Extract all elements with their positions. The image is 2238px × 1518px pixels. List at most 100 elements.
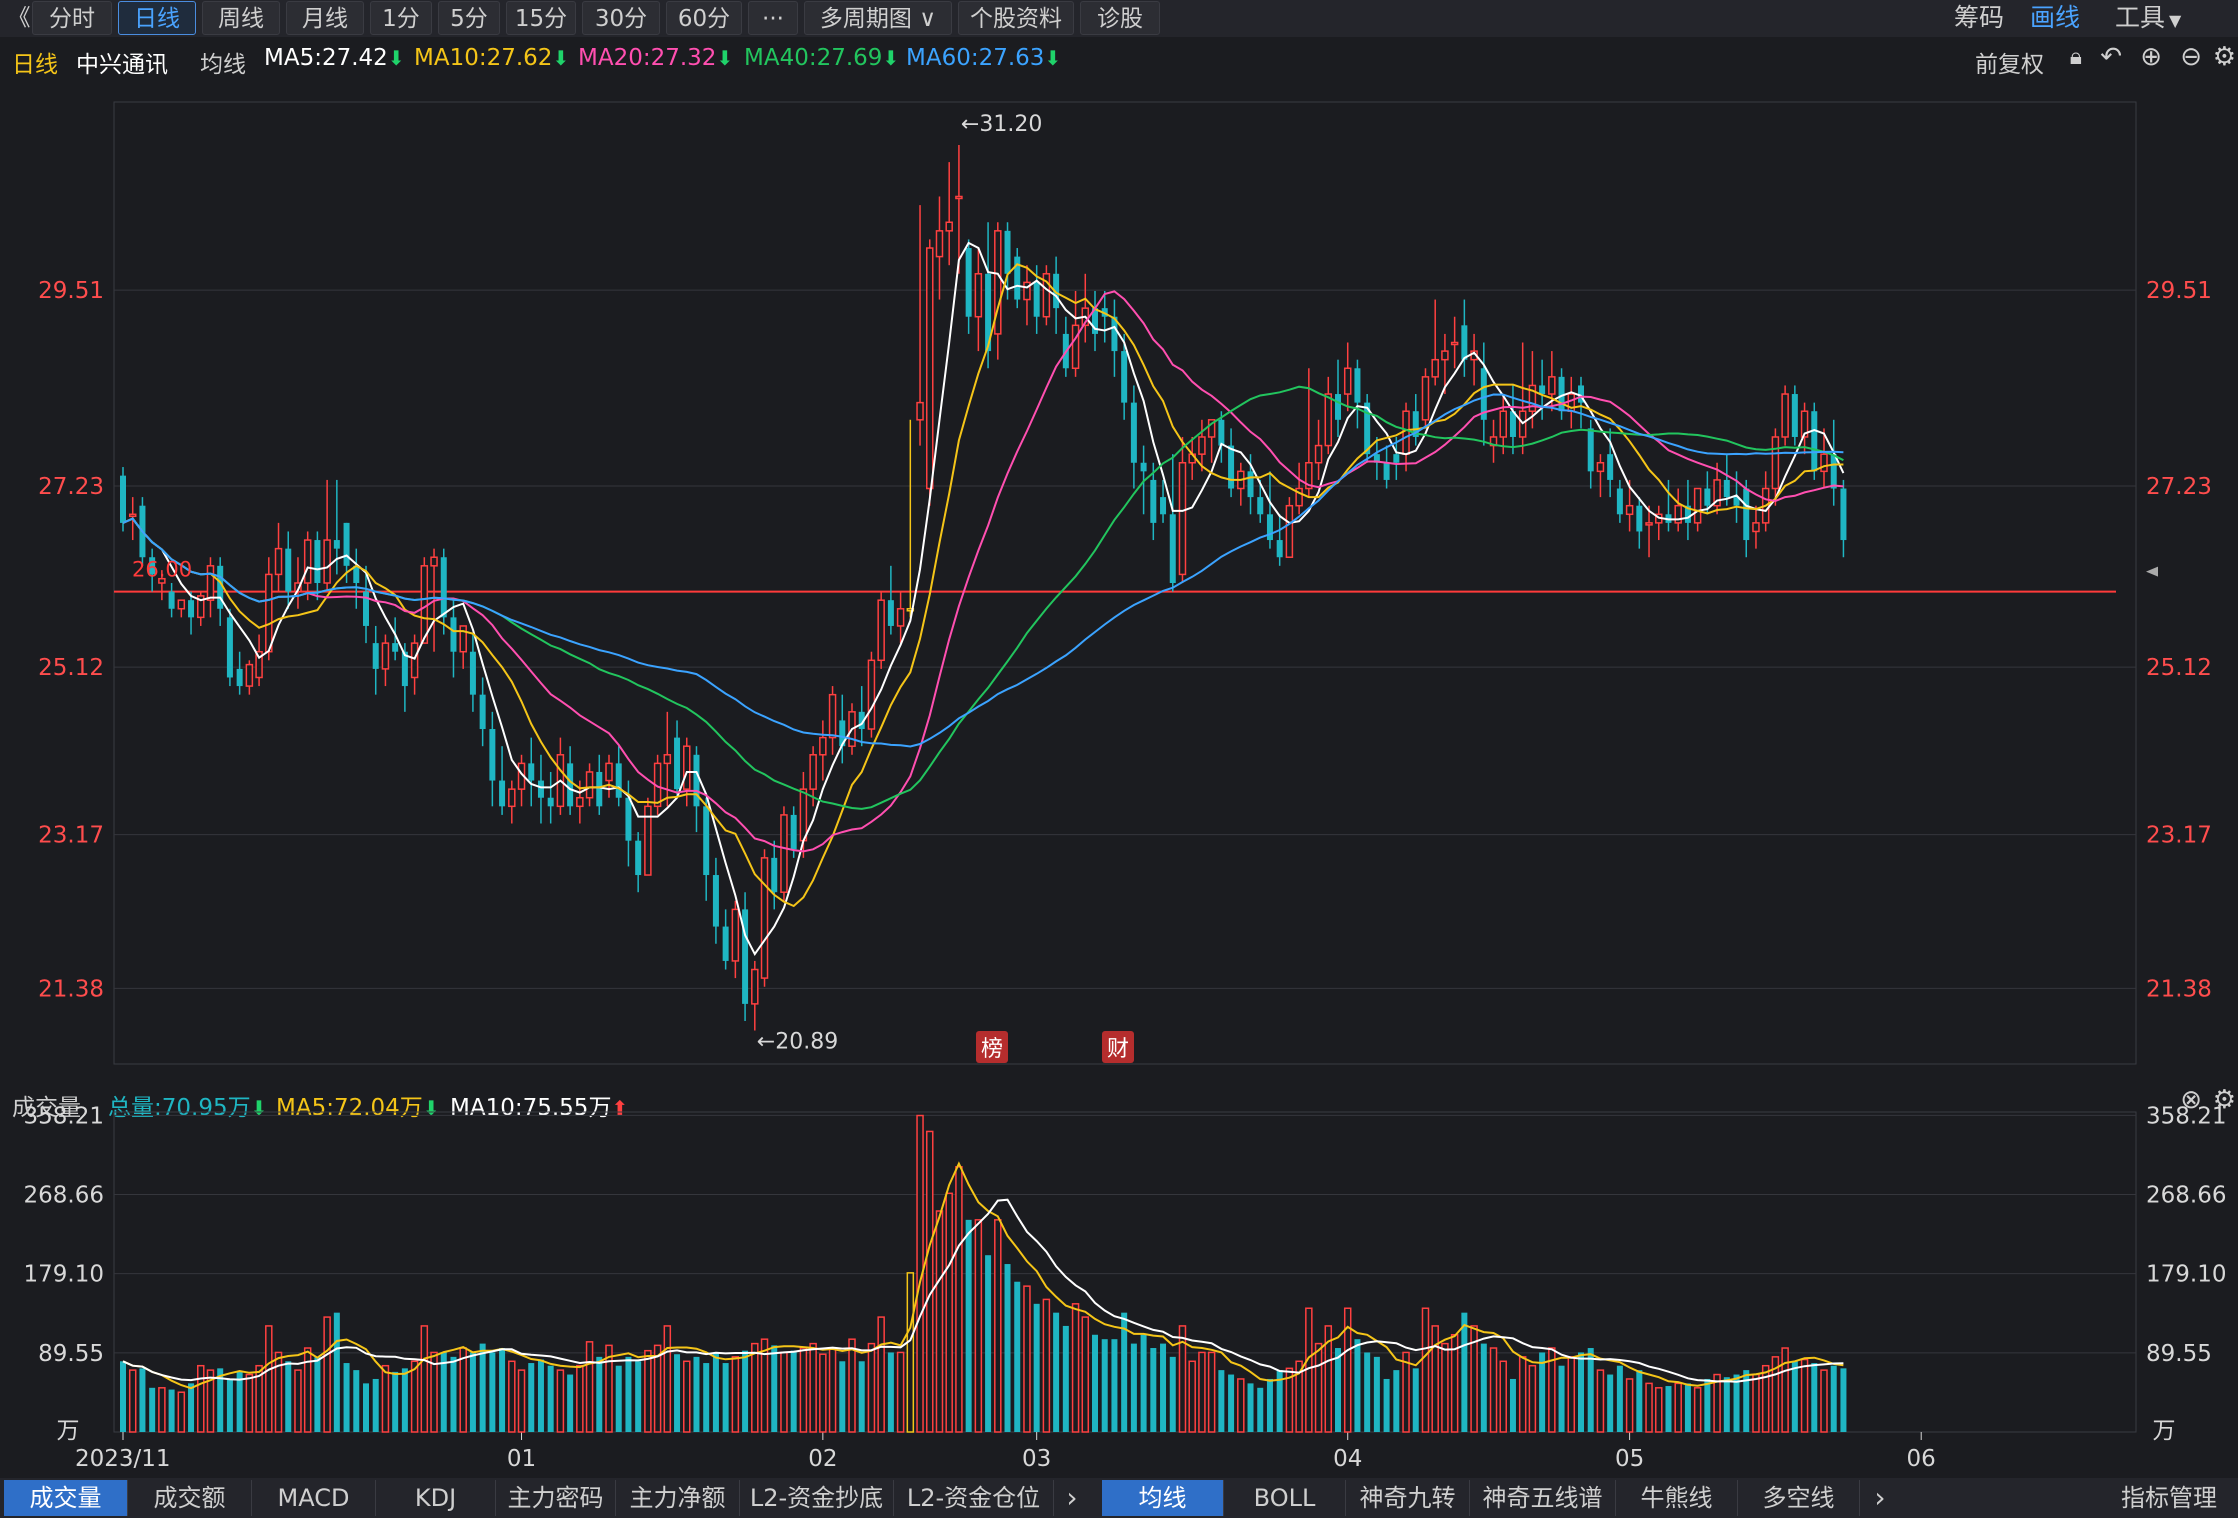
volume-bar xyxy=(333,1312,340,1432)
candle-body xyxy=(1752,522,1760,533)
volume-bar xyxy=(1558,1365,1565,1432)
candle-body xyxy=(430,556,438,567)
candle-body xyxy=(1771,436,1780,490)
event-badge-label: 财 xyxy=(1107,1037,1129,1062)
candle-body xyxy=(1160,497,1167,515)
candle-body xyxy=(274,547,283,576)
candle-body xyxy=(1178,462,1187,576)
candle-body xyxy=(1228,445,1235,489)
candle-body xyxy=(1539,385,1546,395)
candle-body xyxy=(1645,522,1653,526)
x-tick-label: 04 xyxy=(1333,1446,1362,1472)
volume-bar xyxy=(625,1356,632,1432)
price-tick-label-right: 25.12 xyxy=(2146,655,2212,681)
candle-body xyxy=(867,659,876,730)
volume-bar xyxy=(372,1378,379,1432)
volume-bar xyxy=(839,1361,846,1432)
bottom-tab-3[interactable]: KDJ xyxy=(376,1480,496,1516)
volume-bar xyxy=(1188,1360,1196,1433)
volume-bar xyxy=(974,1219,983,1433)
volume-bar xyxy=(381,1364,390,1433)
candle-body xyxy=(1314,444,1323,464)
candle-body xyxy=(440,557,447,618)
volume-bar xyxy=(635,1361,642,1432)
volume-bar xyxy=(226,1378,233,1432)
bottom-tab-2[interactable]: MACD xyxy=(252,1480,376,1516)
bottom-tab-6[interactable]: L2-资金抄底 xyxy=(740,1480,894,1516)
candle-body xyxy=(596,771,603,807)
price-tick-label-left: 21.38 xyxy=(38,976,104,1002)
volume-bar xyxy=(1489,1347,1498,1433)
indicator-manage-button[interactable]: 指标管理 xyxy=(2100,1480,2238,1516)
overlay-tab-2[interactable]: 神奇九转 xyxy=(1346,1480,1470,1516)
candle-body xyxy=(916,401,924,421)
candle-body xyxy=(420,565,429,644)
ma-line-ma40 xyxy=(122,385,1844,810)
candle-body xyxy=(625,797,632,841)
volume-bar xyxy=(1081,1316,1090,1433)
candle-body xyxy=(1596,462,1605,473)
candle-body xyxy=(567,763,574,807)
volume-bar xyxy=(517,1369,526,1433)
candle-body xyxy=(479,694,486,730)
volume-bar xyxy=(440,1352,447,1432)
candle-body xyxy=(809,754,817,790)
volume-bar xyxy=(596,1356,603,1432)
volume-bar xyxy=(1160,1343,1167,1432)
volume-bar xyxy=(1704,1378,1711,1432)
volume-bar xyxy=(1033,1303,1040,1432)
volume-bar xyxy=(323,1316,331,1433)
candle-body xyxy=(381,642,390,670)
volume-bar xyxy=(1237,1378,1245,1433)
volume-bar xyxy=(1111,1339,1118,1432)
volume-tick-label-right: 179.10 xyxy=(2146,1262,2226,1288)
volume-bar xyxy=(644,1349,652,1433)
x-tick-label: 2023/11 xyxy=(75,1446,171,1472)
volume-bar xyxy=(1752,1373,1760,1433)
overlay-tab-5[interactable]: 多空线 xyxy=(1738,1480,1860,1516)
volume-bar xyxy=(1607,1374,1614,1432)
volume-bar xyxy=(722,1363,729,1432)
volume-bar xyxy=(994,1219,1002,1433)
overlay-tab-0[interactable]: 均线 xyxy=(1102,1480,1224,1516)
more-arrow-icon[interactable]: › xyxy=(1052,1480,1092,1516)
volume-unit-right: 万 xyxy=(2153,1418,2176,1444)
price-tick-label-right: 21.38 xyxy=(2146,976,2212,1002)
price-tick-label-right: 27.23 xyxy=(2146,474,2212,500)
volume-bar xyxy=(1518,1356,1527,1433)
volume-bar xyxy=(363,1383,369,1432)
overlay-tab-3[interactable]: 神奇五线谱 xyxy=(1470,1480,1616,1516)
overlay-tab-4[interactable]: 牛熊线 xyxy=(1616,1480,1738,1516)
volume-bar xyxy=(799,1347,808,1433)
candle-body xyxy=(1421,376,1430,421)
ma-line-ma20 xyxy=(122,290,1844,853)
candle-body xyxy=(731,908,740,962)
candle-body xyxy=(887,600,894,626)
candle-body xyxy=(896,608,905,627)
more-arrow-icon[interactable]: › xyxy=(1860,1480,1900,1516)
candle-body xyxy=(585,771,594,799)
candle-body xyxy=(1266,514,1273,541)
bottom-tab-7[interactable]: L2-资金仓位 xyxy=(894,1480,1054,1516)
volume-bar xyxy=(1130,1343,1137,1432)
candle-body xyxy=(236,668,243,687)
candle-body xyxy=(1636,505,1643,532)
overlay-tab-1[interactable]: BOLL xyxy=(1224,1480,1346,1516)
bottom-tab-4[interactable]: 主力密码 xyxy=(496,1480,616,1516)
volume-bar xyxy=(528,1363,535,1432)
candle-body xyxy=(926,247,934,490)
volume-bar xyxy=(1840,1368,1847,1432)
candle-body xyxy=(965,248,972,317)
volume-bar xyxy=(1733,1374,1740,1432)
kline-chart[interactable]: 29.51 29.51 27.23 27.23 25.12 25.12 23.17 23.17… xyxy=(0,0,2238,1478)
candle-body xyxy=(1548,376,1556,395)
bottom-tab-1[interactable]: 成交额 xyxy=(128,1480,252,1516)
x-tick-label: 01 xyxy=(507,1446,536,1472)
bottom-tab-0[interactable]: 成交量 xyxy=(4,1480,128,1516)
volume-bar xyxy=(906,1272,915,1433)
volume-bar xyxy=(479,1343,486,1432)
candle-body xyxy=(1450,341,1459,346)
volume-bar xyxy=(703,1363,710,1432)
volume-bar xyxy=(1723,1377,1730,1432)
bottom-tab-5[interactable]: 主力净额 xyxy=(616,1480,740,1516)
